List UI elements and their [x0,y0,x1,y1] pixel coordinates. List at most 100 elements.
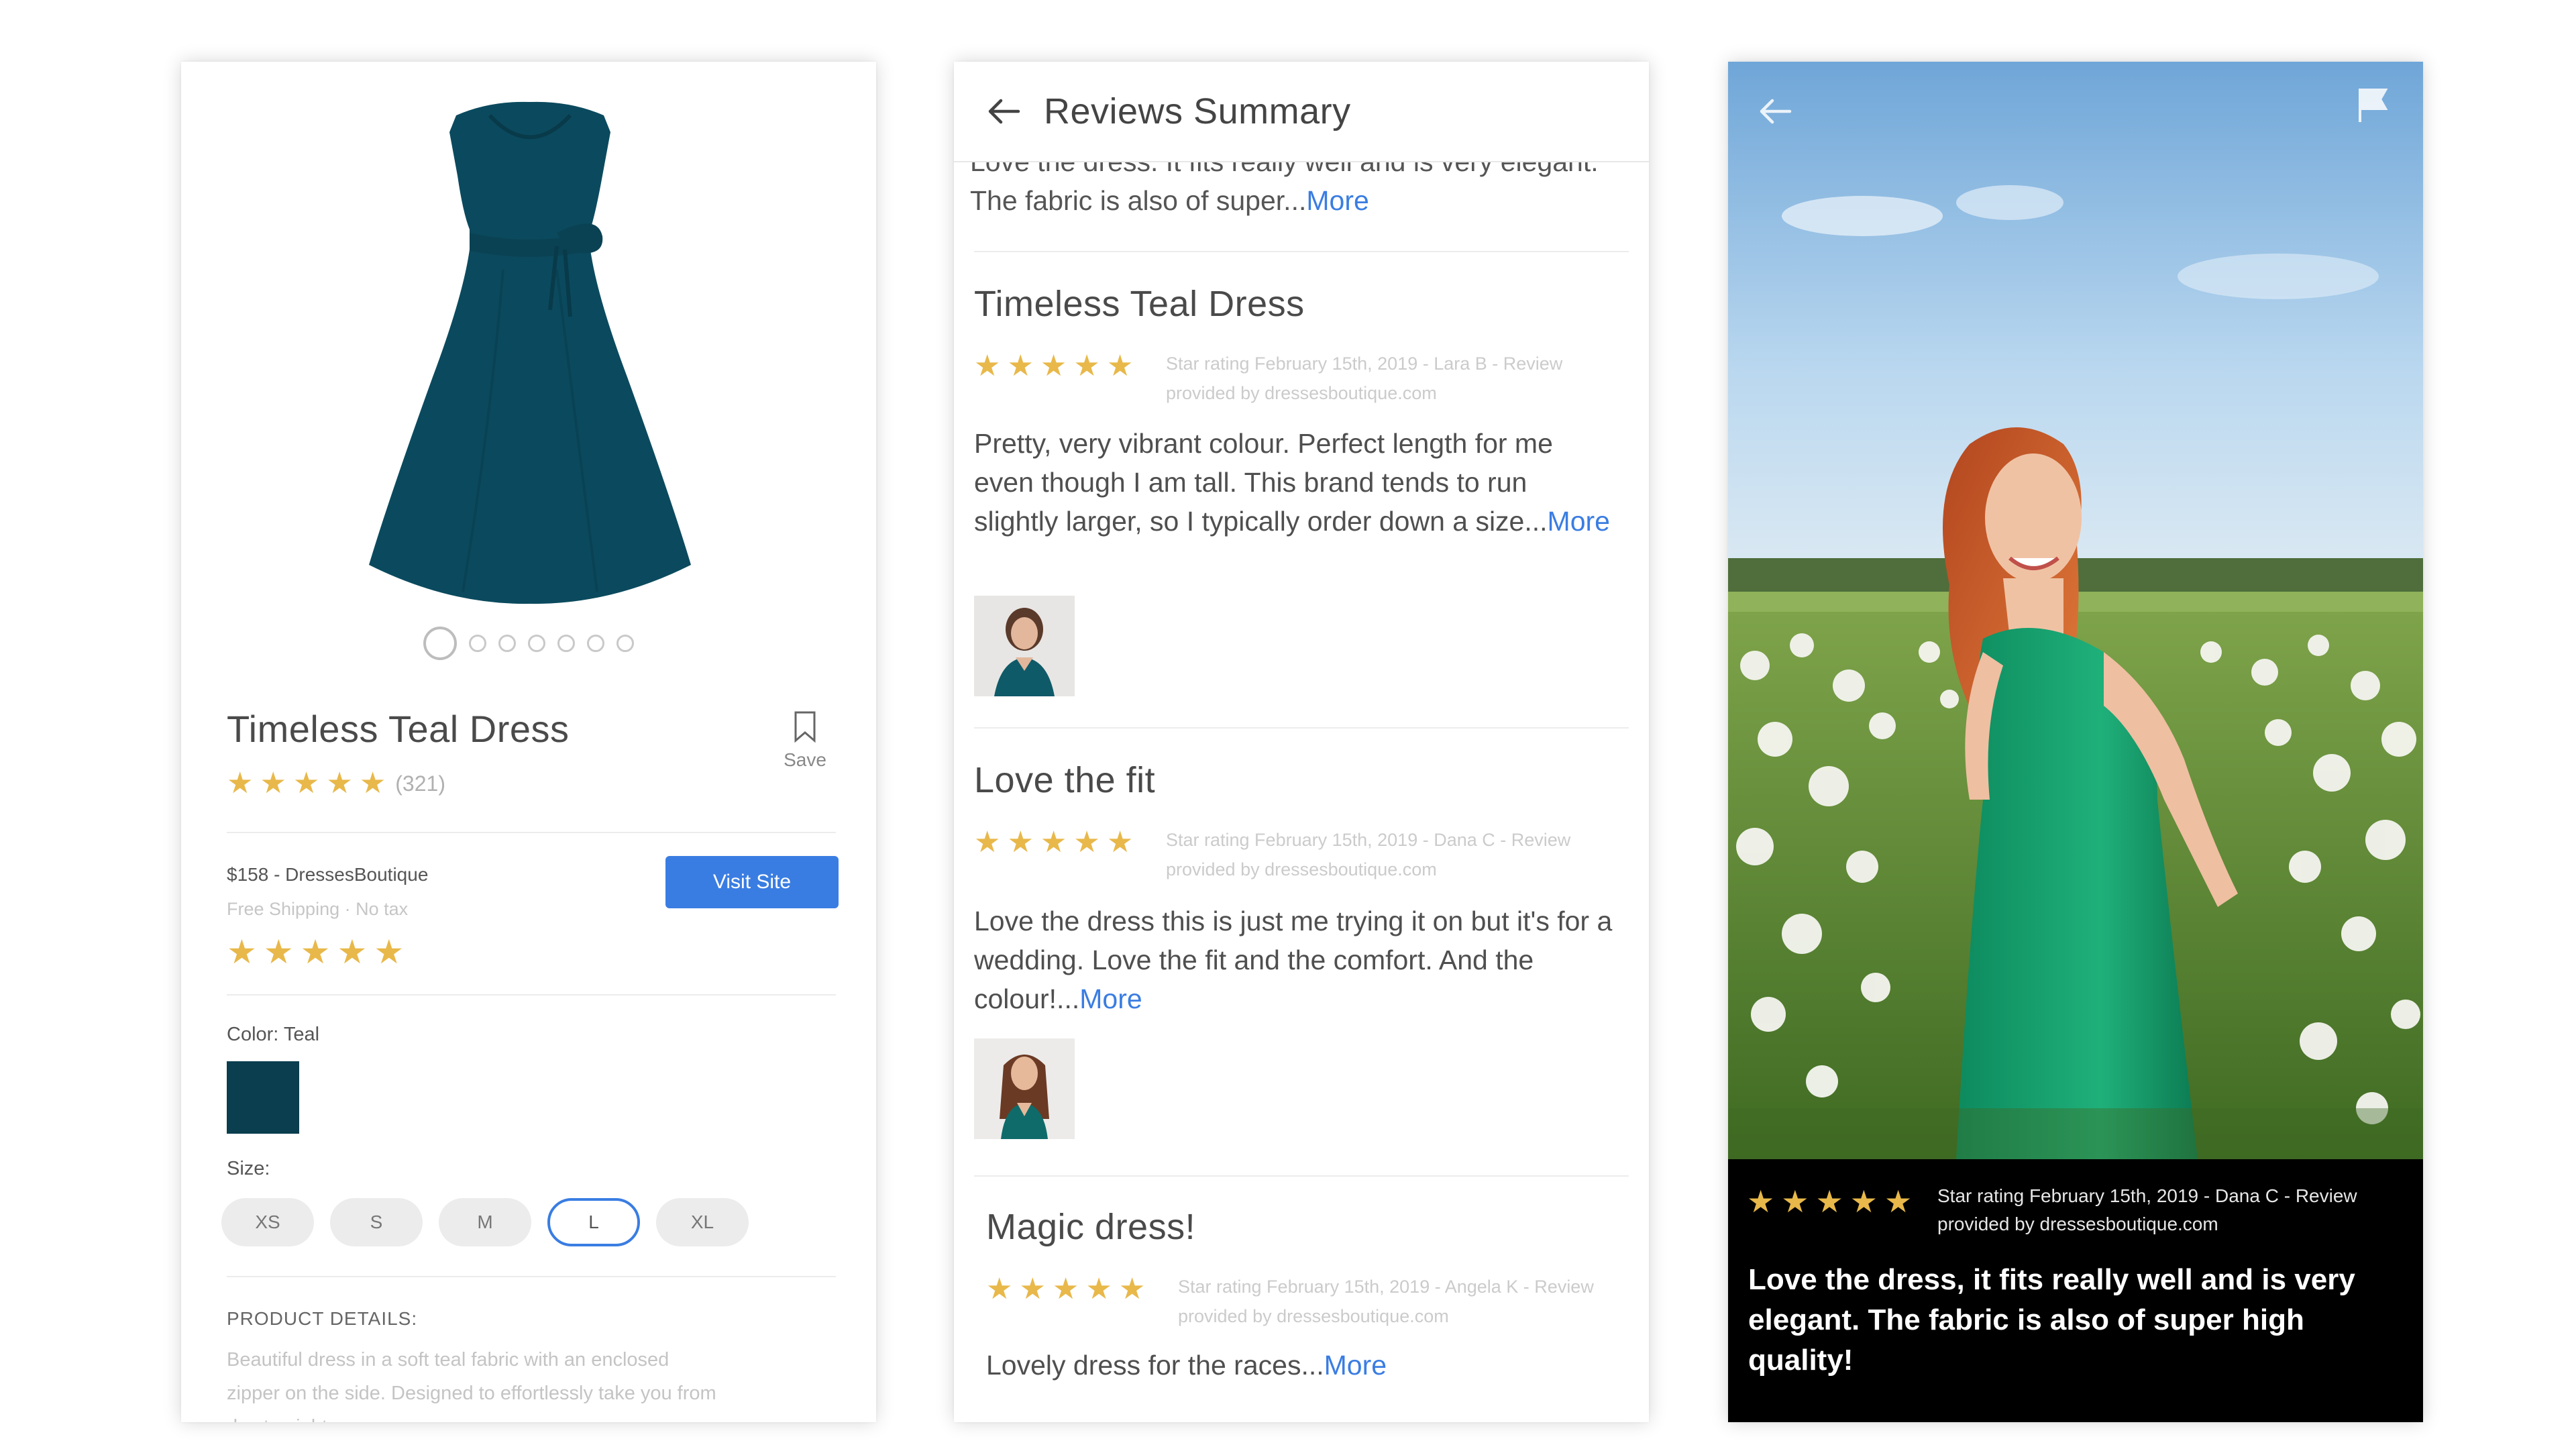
shipping-info: Free Shipping · No tax [227,899,409,919]
review-rating: ★ ★ ★ ★ ★ [974,828,1133,857]
star-icon: ★ [1118,1273,1146,1305]
color-label: Color: Teal [227,1024,320,1045]
star-icon: ★ [337,933,368,971]
carousel-dot[interactable] [469,635,486,652]
star-icon: ★ [1073,350,1100,382]
reviews-header: Reviews Summary [954,62,1649,162]
size-option-xl[interactable]: XL [656,1198,749,1246]
review-rating: ★ ★ ★ ★ ★ [974,352,1133,381]
star-icon: ★ [1849,1184,1878,1219]
photo-review-caption: ★ ★ ★ ★ ★ Star rating February 15th, 201… [1728,1159,2423,1422]
color-swatch-teal[interactable] [227,1061,299,1134]
flag-icon[interactable] [2355,85,2391,125]
carousel-dot[interactable] [423,627,457,660]
save-label: Save [784,749,826,770]
product-rating: ★ ★ ★ ★ ★ (321) [227,769,445,798]
product-title: Timeless Teal Dress [227,708,570,750]
carousel-dot[interactable] [557,635,575,652]
star-icon: ★ [1085,1273,1112,1305]
carousel-dot[interactable] [587,635,604,652]
review-text: Pretty, very vibrant colour. Perfect len… [974,428,1553,537]
dress-image[interactable] [356,95,704,619]
carousel-dot[interactable] [616,635,634,652]
size-option-m[interactable]: M [439,1198,531,1246]
review-text: Love the dress, it fits really well and … [1748,1263,2355,1377]
star-icon: ★ [263,933,294,971]
star-icon: ★ [1019,1273,1046,1305]
size-option-xs[interactable]: XS [221,1198,314,1246]
star-icon: ★ [1073,826,1100,859]
review-photo-thumbnail[interactable] [974,596,1075,696]
star-icon: ★ [292,767,320,800]
star-icon: ★ [1007,826,1034,859]
size-label: Size: [227,1158,270,1179]
review-body: Pretty, very vibrant colour. Perfect len… [974,424,1618,541]
star-icon: ★ [1007,350,1034,382]
review-body: Lovely dress for the races...More [986,1346,1630,1385]
size-selector: XS S M L XL [221,1198,749,1246]
star-icon: ★ [326,767,353,800]
review-photo[interactable] [1728,62,2423,1159]
review-meta: Star rating February 15th, 2019 - Dana C… [1166,830,1571,879]
back-arrow-icon[interactable] [983,91,1024,131]
bookmark-icon [794,711,816,743]
star-icon: ★ [974,350,1001,382]
more-link[interactable]: More [1079,983,1142,1014]
photo-review-panel: ★ ★ ★ ★ ★ Star rating February 15th, 201… [1728,62,2423,1422]
star-icon: ★ [227,767,254,800]
review-rating: ★ ★ ★ ★ ★ [986,1275,1145,1304]
divider [227,832,836,833]
star-icon: ★ [974,826,1001,859]
product-details-text: Beautiful dress in a soft teal fabric wi… [227,1349,716,1422]
star-icon: ★ [1815,1184,1843,1219]
star-icon: ★ [1040,826,1067,859]
review-title: Magic dress! [986,1207,1196,1247]
review-meta: Star rating February 15th, 2019 - Dana C… [1937,1185,2357,1234]
rating-count: (321) [395,771,445,796]
review-body: Love the dress this is just me trying it… [974,902,1618,1018]
review-photo-thumbnail[interactable] [974,1038,1075,1139]
review-text: Lovely dress for the races... [986,1350,1324,1381]
back-arrow-icon[interactable] [1755,91,1795,131]
reviews-title: Reviews Summary [1044,91,1351,131]
star-icon: ★ [260,767,286,800]
more-link[interactable]: More [1324,1350,1387,1381]
seller-price: $158 - DressesBoutique [227,864,429,885]
carousel-dot[interactable] [528,635,545,652]
image-carousel-dots[interactable] [181,627,876,660]
review-meta: Star rating February 15th, 2019 - Lara B… [1166,354,1563,403]
review-title: Timeless Teal Dress [974,284,1305,324]
divider [227,1276,836,1277]
review-rating: ★ ★ ★ ★ ★ [1747,1186,1912,1217]
star-icon: ★ [986,1273,1013,1305]
star-icon: ★ [1106,826,1134,859]
star-icon: ★ [1884,1184,1913,1219]
divider [974,251,1629,252]
star-icon: ★ [1052,1273,1079,1305]
size-option-s[interactable]: S [330,1198,423,1246]
product-panel: Timeless Teal Dress ★ ★ ★ ★ ★ (321) Save… [181,62,876,1422]
reviews-panel: Reviews Summary Love the dress. It fits … [954,62,1649,1422]
star-icon: ★ [1040,350,1067,382]
divider [974,1175,1629,1177]
star-icon: ★ [374,933,405,971]
review-title: Love the fit [974,760,1156,800]
save-button[interactable]: Save [778,710,832,771]
visit-site-button[interactable]: Visit Site [665,856,839,908]
review-meta: Star rating February 15th, 2019 - Angela… [1178,1277,1594,1326]
carousel-dot[interactable] [498,635,516,652]
star-icon: ★ [359,767,386,800]
star-icon: ★ [1781,1184,1809,1219]
product-details-heading: PRODUCT DETAILS: [227,1308,418,1329]
star-icon: ★ [1747,1184,1775,1219]
divider [974,727,1629,729]
more-link[interactable]: More [1548,506,1610,537]
more-link[interactable]: More [1306,185,1368,216]
divider [227,994,836,996]
seller-rating: ★ ★ ★ ★ ★ [227,935,404,969]
star-icon: ★ [1106,350,1134,382]
star-icon: ★ [227,933,257,971]
star-icon: ★ [300,933,331,971]
review-text: Love the dress this is just me trying it… [974,906,1613,1014]
size-option-l[interactable]: L [547,1198,640,1246]
